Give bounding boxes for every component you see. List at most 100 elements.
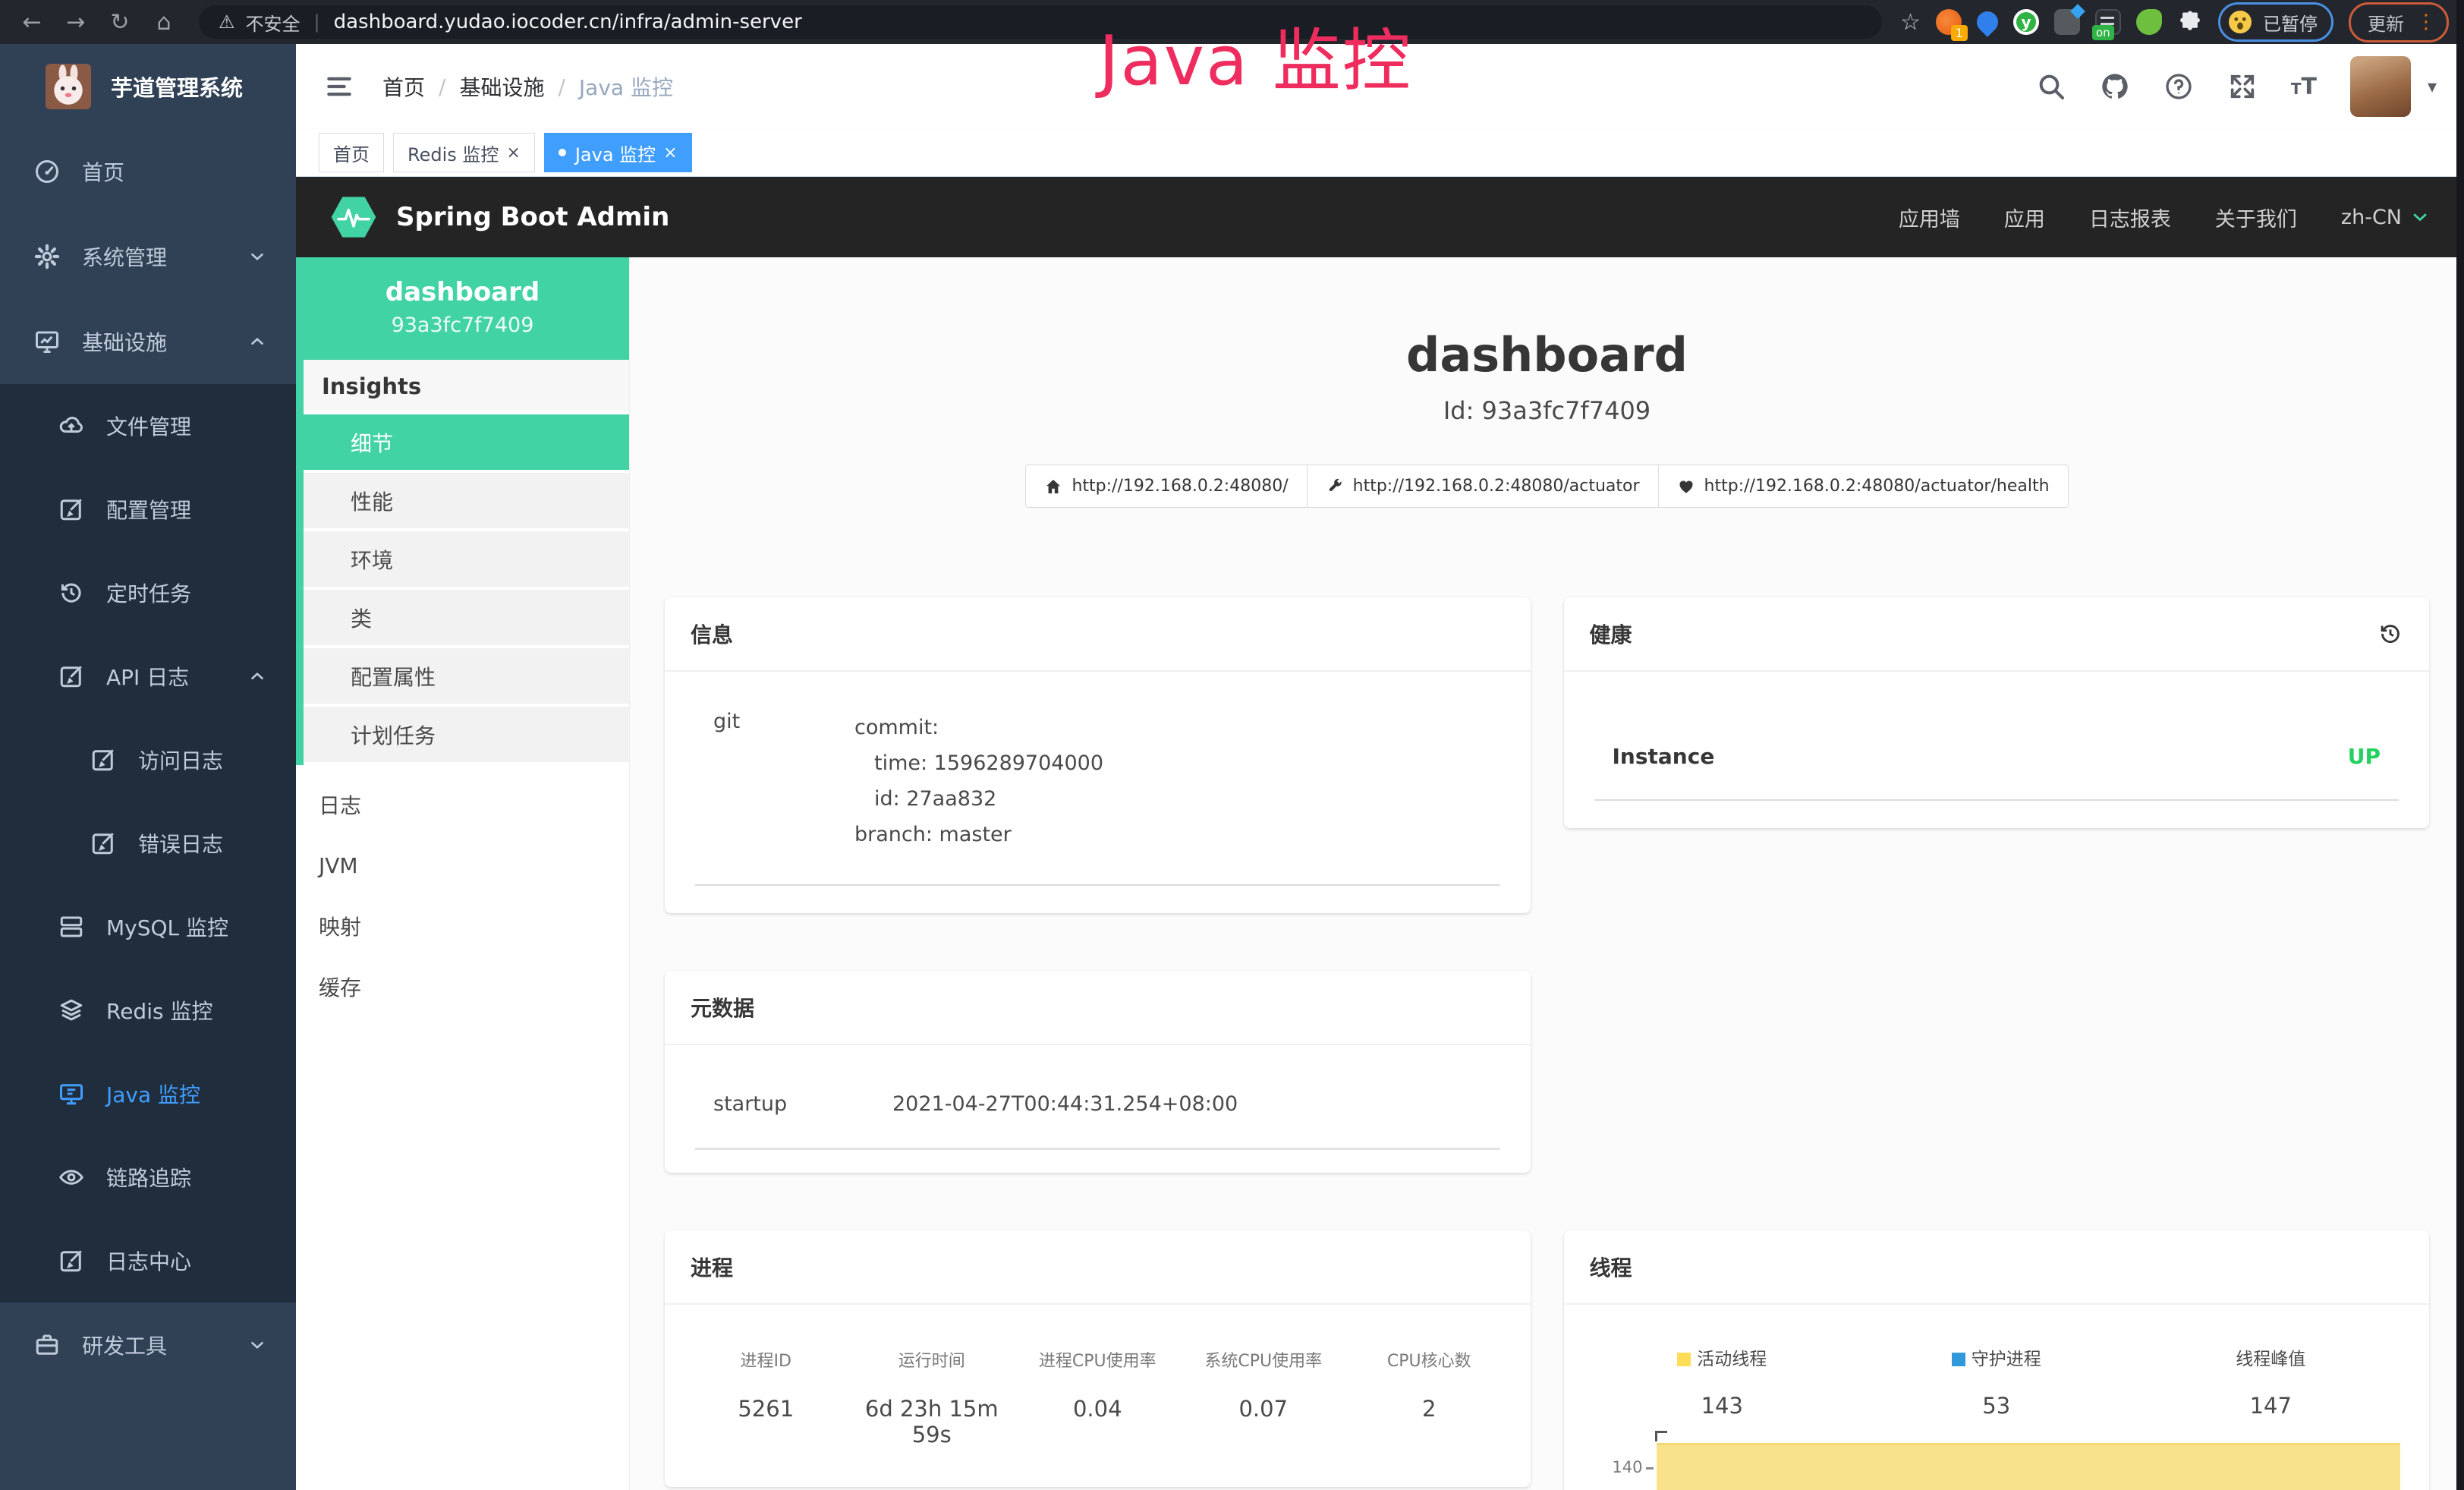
page-title: dashboard <box>665 327 2429 383</box>
nav-item-scheduled-tasks[interactable]: 计划任务 <box>304 707 629 765</box>
security-label[interactable]: 不安全 <box>246 9 301 36</box>
address-bar[interactable]: ⚠ 不安全 | dashboard.yudao.iocoder.cn/infra… <box>199 5 1882 39</box>
sidebar-item-config-mgmt[interactable]: 配置管理 <box>0 468 296 551</box>
daemon-threads-value: 53 <box>1859 1393 2134 1419</box>
extension-tampermonkey-icon[interactable]: on <box>2095 9 2121 35</box>
close-icon[interactable]: × <box>506 143 520 162</box>
sidebar-item-home[interactable]: 首页 <box>0 129 296 214</box>
sidebar-item-access-log[interactable]: 访问日志 <box>0 718 296 802</box>
sidebar-item-api-log[interactable]: API 日志 <box>0 635 296 718</box>
startup-value: 2021-04-27T00:44:31.254+08:00 <box>892 1092 1238 1116</box>
extension-pin-icon[interactable] <box>1972 7 2003 37</box>
sidebar-item-mysql-monitor[interactable]: MySQL 监控 <box>0 885 296 969</box>
browser-reload-button[interactable]: ↻ <box>103 9 137 36</box>
sba-brand[interactable]: Spring Boot Admin <box>329 193 669 241</box>
edit-icon <box>90 830 117 857</box>
sidebar-item-error-log[interactable]: 错误日志 <box>0 802 296 885</box>
extension-badge: 1 <box>1951 25 1968 41</box>
actuator-url-link[interactable]: http://192.168.0.2:48080/actuator <box>1307 465 1659 508</box>
sidebar-item-label: Java 监控 <box>106 1079 200 1109</box>
history-icon[interactable] <box>2377 621 2403 647</box>
sidebar-item-dev-tools[interactable]: 研发工具 <box>0 1303 296 1388</box>
breadcrumb-separator: / <box>439 74 445 99</box>
sba-nav-wallboard[interactable]: 应用墙 <box>1899 203 1960 232</box>
eye-icon <box>58 1164 85 1191</box>
git-time-line: time: 1596289704000 <box>854 745 1103 781</box>
tag-java-monitor[interactable]: Java 监控 × <box>544 133 692 172</box>
extension-colorzilla-icon[interactable]: 1 <box>1936 9 1962 35</box>
health-url-link[interactable]: http://192.168.0.2:48080/actuator/health <box>1658 465 2069 508</box>
sidebar-item-label: 错误日志 <box>138 828 223 858</box>
avatar-caret-down-icon[interactable]: ▾ <box>2428 76 2437 97</box>
hamburger-menu-icon[interactable] <box>323 71 355 102</box>
threads-area-chart: 140 120 100 <box>1585 1438 2409 1490</box>
bookmark-star-icon[interactable]: ☆ <box>1900 9 1921 36</box>
sidebar-item-file-mgmt[interactable]: 文件管理 <box>0 384 296 468</box>
app-logo-row[interactable]: 芋道管理系统 <box>0 44 296 129</box>
sidebar-item-system[interactable]: 系统管理 <box>0 214 296 299</box>
browser-update-button[interactable]: 更新 ⋮ <box>2349 2 2449 43</box>
app-title: 芋道管理系统 <box>111 71 243 102</box>
chart-y-axis: 140 120 100 <box>1585 1438 1655 1490</box>
breadcrumb-home[interactable]: 首页 <box>382 71 425 102</box>
sba-language-select[interactable]: zh-CN <box>2341 206 2431 229</box>
extension-y-icon[interactable]: y <box>2013 9 2039 35</box>
sidebar-item-log-center[interactable]: 日志中心 <box>0 1219 296 1303</box>
url-text[interactable]: dashboard.yudao.iocoder.cn/infra/admin-s… <box>334 11 802 33</box>
sidebar-item-scheduled-jobs[interactable]: 定时任务 <box>0 551 296 635</box>
breadcrumb-separator: / <box>558 74 565 99</box>
github-icon[interactable] <box>2100 71 2130 102</box>
tag-home[interactable]: 首页 <box>319 133 384 172</box>
user-avatar[interactable] <box>2350 56 2411 117</box>
sidebar-item-java-monitor[interactable]: Java 监控 <box>0 1052 296 1136</box>
tag-redis-monitor[interactable]: Redis 监控 × <box>393 133 535 172</box>
sidebar-item-tracing[interactable]: 链路追踪 <box>0 1136 296 1219</box>
yellow-swatch-icon <box>1677 1353 1691 1366</box>
git-commit-line: commit: <box>854 710 1103 745</box>
search-icon[interactable] <box>2036 71 2066 102</box>
sidebar-item-infra[interactable]: 基础设施 <box>0 299 296 384</box>
nav-item-environment[interactable]: 环境 <box>304 531 629 590</box>
url-divider: | <box>314 11 320 33</box>
browser-back-button[interactable]: ← <box>15 9 49 36</box>
col-system-cpu: 系统CPU使用率 <box>1181 1347 1347 1372</box>
update-label: 更新 <box>2368 9 2404 36</box>
breadcrumb-infra[interactable]: 基础设施 <box>459 71 544 102</box>
instance-header[interactable]: dashboard 93a3fc7f7409 <box>296 257 629 360</box>
extension-grid-icon[interactable] <box>2054 9 2080 35</box>
nav-item-classes[interactable]: 类 <box>304 590 629 648</box>
nav-item-mappings[interactable]: 映射 <box>296 896 629 956</box>
service-url-link[interactable]: http://192.168.0.2:48080/ <box>1025 465 1307 508</box>
browser-forward-button[interactable]: → <box>59 9 93 36</box>
nav-item-jvm[interactable]: JVM <box>296 835 629 896</box>
help-icon[interactable] <box>2163 71 2194 102</box>
close-icon[interactable]: × <box>663 143 677 162</box>
health-card-title: 健康 <box>1590 619 1632 649</box>
monitor-icon <box>33 328 61 355</box>
nav-item-config-props[interactable]: 配置属性 <box>304 648 629 707</box>
nav-item-metrics[interactable]: 性能 <box>304 473 629 531</box>
sidebar-item-label: 研发工具 <box>82 1330 167 1360</box>
page-scrollbar[interactable] <box>2456 0 2464 1490</box>
startup-label: startup <box>695 1092 892 1116</box>
sba-nav-journal[interactable]: 日志报表 <box>2089 203 2171 232</box>
app-logo-avatar <box>46 64 91 109</box>
sba-nav-about[interactable]: 关于我们 <box>2215 203 2297 232</box>
extension-leaf-icon[interactable] <box>2136 9 2162 35</box>
sidebar-item-redis-monitor[interactable]: Redis 监控 <box>0 969 296 1052</box>
nav-item-details[interactable]: 细节 <box>304 414 629 473</box>
blue-swatch-icon <box>1952 1353 1965 1366</box>
nav-item-caches[interactable]: 缓存 <box>296 956 629 1017</box>
sba-nav-applications[interactable]: 应用 <box>2004 203 2045 232</box>
git-commit-lines: commit: time: 1596289704000 id: 27aa832 … <box>854 710 1103 852</box>
browser-home-button[interactable]: ⌂ <box>147 9 181 36</box>
extensions-puzzle-icon[interactable] <box>2177 9 2203 35</box>
fullscreen-icon[interactable] <box>2227 71 2258 102</box>
profile-paused-badge[interactable]: 已暂停 <box>2218 2 2333 42</box>
health-instance-row[interactable]: Instance UP <box>1594 744 2399 769</box>
info-card-title: 信息 <box>691 619 733 649</box>
browser-menu-dots-icon[interactable]: ⋮ <box>2416 11 2436 33</box>
nav-item-logging[interactable]: 日志 <box>296 774 629 835</box>
warning-icon: ⚠ <box>219 11 235 33</box>
font-size-icon[interactable]: TT <box>2291 74 2317 100</box>
